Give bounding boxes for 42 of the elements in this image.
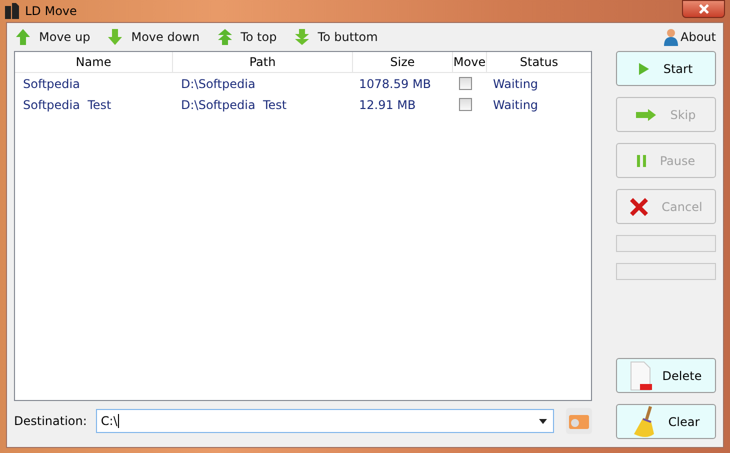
document-icon: [630, 360, 652, 390]
destination-label: Destination:: [14, 414, 87, 428]
checkbox[interactable]: [459, 77, 472, 90]
table-cell-text: D:\Softpedia: [180, 76, 256, 90]
table-cell-text: 1078.59 MB: [358, 76, 432, 90]
folder-icon: [569, 413, 589, 429]
table-cell-text: Waiting: [492, 76, 540, 90]
column-header[interactable]: Size: [353, 52, 453, 72]
window-title: LD Move: [25, 4, 77, 18]
checkbox[interactable]: [459, 98, 472, 111]
table-cell-text: 12.91 MB: [358, 98, 417, 112]
toolbar-button[interactable]: Move up: [16, 29, 90, 45]
toolbar-button[interactable]: Move down: [108, 29, 200, 45]
arrow-right-icon: [636, 108, 656, 120]
column-header[interactable]: Status: [487, 52, 591, 72]
arrow-down-icon: [108, 29, 122, 45]
table-cell-text: Softpedia Test: [22, 98, 112, 112]
play-icon: [639, 62, 650, 74]
column-header[interactable]: Move: [453, 52, 487, 72]
arrow-up-icon: [16, 29, 30, 45]
double-arrow-up-icon: [218, 29, 232, 45]
close-button[interactable]: [682, 0, 725, 18]
action-button[interactable]: Clear: [616, 404, 716, 439]
pause-icon: [636, 154, 646, 166]
column-header[interactable]: Path: [173, 52, 353, 72]
table-cell-text: Softpedia: [22, 76, 81, 90]
action-button[interactable]: Delete: [616, 358, 716, 393]
app-icon: [5, 3, 19, 19]
close-icon: [698, 4, 708, 14]
destination-combo[interactable]: C:\: [96, 409, 554, 433]
caret-icon: [539, 418, 547, 424]
action-button[interactable]: Start: [616, 51, 716, 86]
about-button[interactable]: About: [664, 28, 716, 46]
toolbar-button[interactable]: To buttom: [294, 29, 378, 45]
double-arrow-down-icon: [294, 29, 309, 45]
browse-button[interactable]: [566, 408, 592, 434]
column-header[interactable]: Name: [15, 52, 173, 72]
table-cell-text: Waiting: [492, 98, 540, 112]
toolbar-button[interactable]: To top: [218, 29, 277, 45]
person-icon: [664, 28, 678, 46]
table-cell-text: D:\Softpedia Test: [180, 98, 288, 112]
cross-icon: [630, 198, 648, 216]
